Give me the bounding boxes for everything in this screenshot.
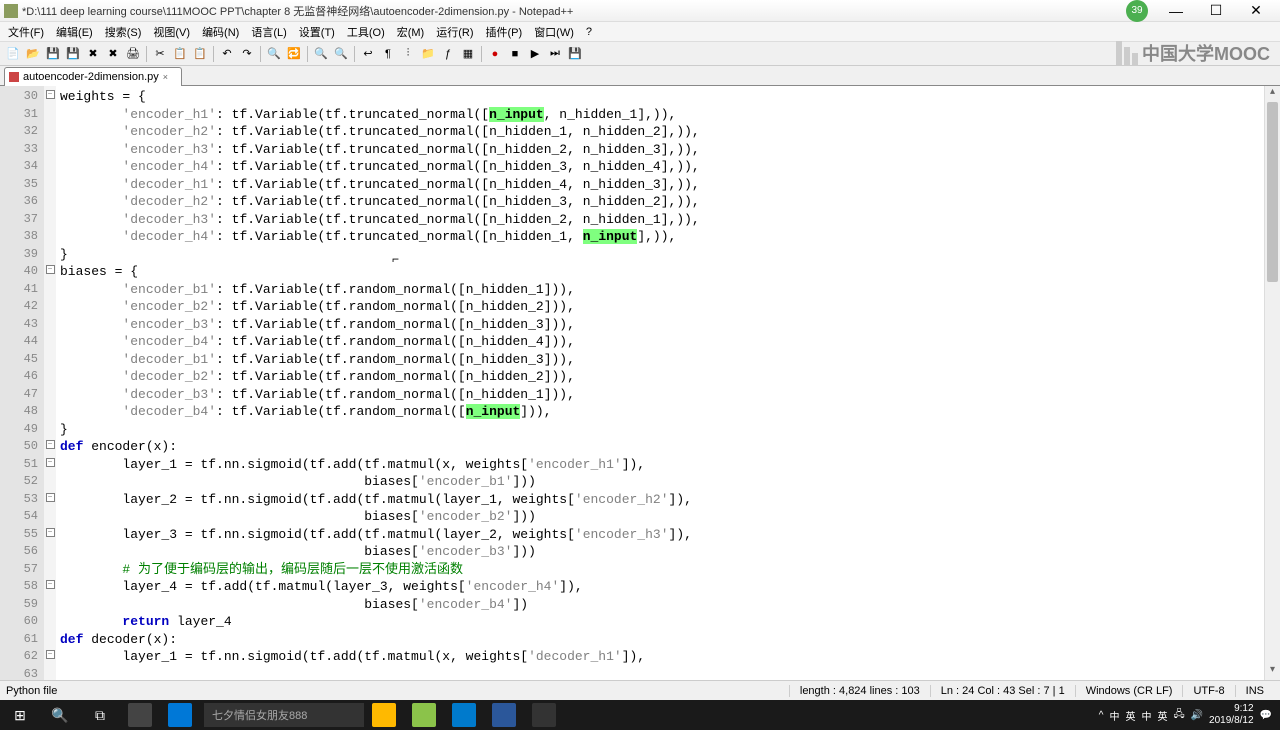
mooc-watermark: 中国大学MOOC xyxy=(1116,40,1270,66)
zoom-out-button[interactable]: 🔍 xyxy=(332,45,350,63)
tab-autoencoder[interactable]: autoencoder-2dimension.py × xyxy=(4,67,182,86)
stop-macro-button[interactable]: ■ xyxy=(506,45,524,63)
title-bar: *D:\111 deep learning course\111MOOC PPT… xyxy=(0,0,1280,22)
menu-item[interactable]: 设置(T) xyxy=(293,22,341,42)
redo-button[interactable]: ↷ xyxy=(238,45,256,63)
tray-ime-4[interactable]: 英 xyxy=(1157,708,1167,723)
taskbar-app-word[interactable] xyxy=(484,700,524,730)
maximize-button[interactable]: ☐ xyxy=(1196,1,1236,21)
menu-item[interactable]: ? xyxy=(580,24,598,40)
tab-bar: autoencoder-2dimension.py × xyxy=(0,66,1280,86)
menu-item[interactable]: 插件(P) xyxy=(480,22,529,42)
save-macro-button[interactable]: 💾 xyxy=(566,45,584,63)
status-eol[interactable]: Windows (CR LF) xyxy=(1075,685,1183,697)
app-icon xyxy=(4,4,18,18)
menu-item[interactable]: 视图(V) xyxy=(147,22,196,42)
close-file-button[interactable]: ✖ xyxy=(84,45,102,63)
tray-ime-1[interactable]: 中 xyxy=(1109,708,1119,723)
menu-bar: 文件(F)编辑(E)搜索(S)视图(V)编码(N)语言(L)设置(T)工具(O)… xyxy=(0,22,1280,42)
code-content[interactable]: weights = { 'encoder_h1': tf.Variable(tf… xyxy=(56,86,1264,680)
copy-button[interactable]: 📋 xyxy=(171,45,189,63)
taskbar-app-cortana[interactable] xyxy=(120,700,160,730)
zoom-in-button[interactable]: 🔍 xyxy=(312,45,330,63)
indent-guide-button[interactable]: ⫶ xyxy=(399,45,417,63)
menu-item[interactable]: 编辑(E) xyxy=(50,22,99,42)
search-icon[interactable]: 🔍 xyxy=(40,700,80,730)
print-button[interactable]: 🖨 xyxy=(124,45,142,63)
toolbar-separator xyxy=(354,46,355,62)
close-all-button[interactable]: ✖ xyxy=(104,45,122,63)
toolbar-separator xyxy=(481,46,482,62)
record-macro-button[interactable]: ● xyxy=(486,45,504,63)
folder-button[interactable]: 📁 xyxy=(419,45,437,63)
close-button[interactable]: ✕ xyxy=(1236,1,1276,21)
new-file-button[interactable]: 📄 xyxy=(4,45,22,63)
menu-item[interactable]: 运行(R) xyxy=(430,22,479,42)
play-macro-button[interactable]: ▶ xyxy=(526,45,544,63)
minimize-button[interactable]: — xyxy=(1156,1,1196,21)
taskbar-app-notepadpp[interactable] xyxy=(404,700,444,730)
menu-item[interactable]: 宏(M) xyxy=(391,22,431,42)
word-wrap-button[interactable]: ↩ xyxy=(359,45,377,63)
play-multi-button[interactable]: ⏭ xyxy=(546,45,564,63)
toolbar-separator xyxy=(146,46,147,62)
taskbar-search-box[interactable]: 七夕情侣女朋友888 xyxy=(204,703,364,727)
tray-ime-2[interactable]: 英 xyxy=(1125,708,1135,723)
save-button[interactable]: 💾 xyxy=(44,45,62,63)
notification-badge[interactable]: 39 xyxy=(1126,0,1148,22)
function-list-button[interactable]: ƒ xyxy=(439,45,457,63)
tray-notifications-icon[interactable]: 💬 xyxy=(1260,710,1272,721)
scroll-down-arrow[interactable]: ▾ xyxy=(1265,664,1280,680)
status-filetype: Python file xyxy=(6,685,789,697)
task-view-button[interactable]: ⧉ xyxy=(80,700,120,730)
menu-item[interactable]: 窗口(W) xyxy=(528,22,580,42)
tray-chevron-icon[interactable]: ^ xyxy=(1099,710,1104,721)
mouse-cursor: ⌐ xyxy=(392,252,399,266)
windows-taskbar: ⊞ 🔍 ⧉ 七夕情侣女朋友888 ^ 中 英 中 英 🖧 🔊 9:12 2019… xyxy=(0,700,1280,730)
status-length: length : 4,824 lines : 103 xyxy=(789,685,930,697)
file-modified-icon xyxy=(9,72,19,82)
toolbar-separator xyxy=(213,46,214,62)
editor-area: 3031323334353637383940414243444546474849… xyxy=(0,86,1280,680)
open-file-button[interactable]: 📂 xyxy=(24,45,42,63)
tray-ime-3[interactable]: 中 xyxy=(1141,708,1151,723)
line-number-gutter: 3031323334353637383940414243444546474849… xyxy=(0,86,44,680)
replace-button[interactable]: 🔁 xyxy=(285,45,303,63)
menu-item[interactable]: 工具(O) xyxy=(341,22,391,42)
taskbar-app-vscode[interactable] xyxy=(444,700,484,730)
tray-volume-icon[interactable]: 🔊 xyxy=(1191,710,1203,721)
status-insert-mode[interactable]: INS xyxy=(1235,685,1274,697)
vertical-scrollbar[interactable]: ▴ ▾ xyxy=(1264,86,1280,680)
status-position: Ln : 24 Col : 43 Sel : 7 | 1 xyxy=(930,685,1075,697)
menu-item[interactable]: 语言(L) xyxy=(245,22,292,42)
menu-item[interactable]: 搜索(S) xyxy=(99,22,148,42)
find-button[interactable]: 🔍 xyxy=(265,45,283,63)
taskbar-app-explorer[interactable] xyxy=(364,700,404,730)
tab-label: autoencoder-2dimension.py xyxy=(23,71,159,83)
menu-item[interactable]: 编码(N) xyxy=(196,22,245,42)
start-button[interactable]: ⊞ xyxy=(0,700,40,730)
undo-button[interactable]: ↶ xyxy=(218,45,236,63)
window-title: *D:\111 deep learning course\111MOOC PPT… xyxy=(22,3,1126,19)
toolbar-separator xyxy=(307,46,308,62)
scroll-up-arrow[interactable]: ▴ xyxy=(1265,86,1280,102)
show-symbols-button[interactable]: ¶ xyxy=(379,45,397,63)
toolbar: 📄 📂 💾 💾 ✖ ✖ 🖨 ✂ 📋 📋 ↶ ↷ 🔍 🔁 🔍 🔍 ↩ ¶ ⫶ 📁 … xyxy=(0,42,1280,66)
status-bar: Python file length : 4,824 lines : 103 L… xyxy=(0,680,1280,700)
scroll-thumb[interactable] xyxy=(1267,102,1278,282)
status-encoding[interactable]: UTF-8 xyxy=(1182,685,1234,697)
taskbar-app-terminal[interactable] xyxy=(524,700,564,730)
tray-network-icon[interactable]: 🖧 xyxy=(1173,707,1184,724)
fold-column[interactable]: − − −− − − − − xyxy=(44,86,56,680)
system-tray[interactable]: ^ 中 英 中 英 🖧 🔊 9:12 2019/8/12 💬 xyxy=(1099,703,1280,727)
tab-close-icon[interactable]: × xyxy=(163,72,173,82)
menu-item[interactable]: 文件(F) xyxy=(2,22,50,42)
tray-clock[interactable]: 9:12 2019/8/12 xyxy=(1209,703,1254,727)
toolbar-separator xyxy=(260,46,261,62)
cut-button[interactable]: ✂ xyxy=(151,45,169,63)
paste-button[interactable]: 📋 xyxy=(191,45,209,63)
taskbar-app-edge[interactable] xyxy=(160,700,200,730)
doc-map-button[interactable]: ▦ xyxy=(459,45,477,63)
save-all-button[interactable]: 💾 xyxy=(64,45,82,63)
